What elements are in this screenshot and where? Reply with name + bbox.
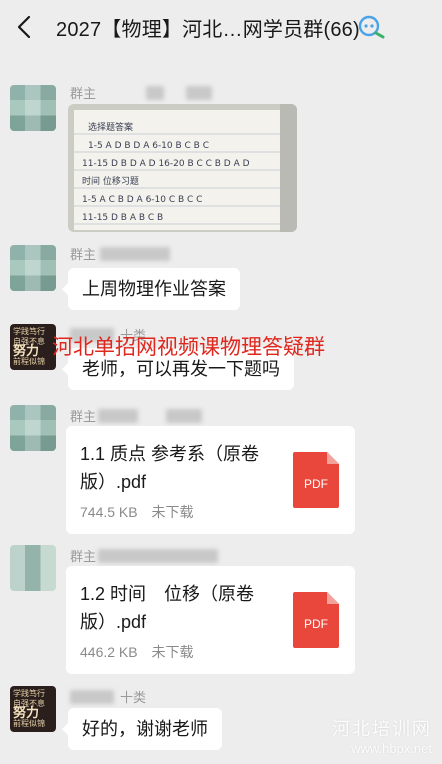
photo-line: 1-5 A C B D A 6-10 C B C C [82,195,202,205]
sender-name: 群主 [70,549,97,564]
sender-name-blur [70,690,114,704]
photo-line: 1-5 A D B D A 6-10 B C B C [88,141,209,151]
pdf-icon-label: PDF [304,617,328,631]
avatar-text: 前程似锦 [13,357,45,366]
chevron-left-icon[interactable] [12,14,38,40]
download-status: 未下载 [151,504,194,520]
message-bubble[interactable]: 上周物理作业答案 [62,268,240,310]
file-size: 446.2 KB [80,644,138,660]
sender-name: 十类 [120,690,147,705]
pdf-icon: PDF [293,592,339,648]
file-meta: 446.2 KB 未下载 [80,642,204,662]
chat-message-file: 群主 1.1 质点 参考系（原卷版）.pdf 744.5 KB 未下载 PDF [0,400,442,540]
site-watermark: 河北培训网 www.hbpx.net [332,715,432,756]
pdf-icon: PDF [293,452,339,508]
sender-name-blur [98,549,218,563]
sender-name-blur [166,409,202,423]
chat-message-file: 群主 1.2 时间 位移（原卷版）.pdf 446.2 KB 未下载 PDF [0,540,442,680]
sender-name: 群主 [70,247,97,262]
photo-line: 时间 位移习题 [82,175,139,187]
sender-name-blur [186,86,212,100]
file-name: 1.2 时间 位移（原卷版）.pdf [80,584,255,632]
file-size: 744.5 KB [80,504,138,520]
pdf-icon-label: PDF [304,477,328,491]
avatar[interactable]: 学践笃行 自强不息 努力 前程似锦 [10,324,56,370]
sender-name-blur [100,247,170,261]
sender-name: 群主 [70,86,97,101]
avatar[interactable]: 学践笃行 自强不息 努力 前程似锦 [10,686,56,732]
file-card[interactable]: 1.1 质点 参考系（原卷版）.pdf 744.5 KB 未下载 PDF [66,426,355,534]
chat-title: 2027【物理】河北…网学员群(66) [56,19,360,41]
avatar[interactable] [10,85,56,131]
chat-message-text: 群主 上周物理作业答案 [0,240,442,310]
sender-name-blur [146,86,164,100]
group-chat-icon [358,15,385,39]
chat-header: 2027【物理】河北…网学员群(66) [0,0,442,54]
avatar-text: 努力 [13,706,40,721]
photo-line: 11-15 D B A B C B [82,213,163,223]
avatar-text: 前程似锦 [13,719,45,728]
avatar[interactable] [10,405,56,451]
sender-name: 群主 [70,409,97,424]
avatar[interactable] [10,545,56,591]
sender-name-blur [98,409,138,423]
file-card[interactable]: 1.2 时间 位移（原卷版）.pdf 446.2 KB 未下载 PDF [66,566,355,674]
site-watermark-url: www.hbpx.net [351,741,432,756]
site-watermark-name: 河北培训网 [332,719,432,739]
watermark-text: 河北单招网视频课物理答疑群 [52,336,325,359]
avatar[interactable] [10,245,56,291]
avatar-text: 努力 [13,344,40,359]
chat-message-image: 群主 选择题答案 1-5 A D B D A 6-10 B C B C 11-1… [0,80,442,240]
file-meta: 744.5 KB 未下载 [80,502,204,522]
photo-line: 11-15 D B D A D 16-20 B C C B D A D [82,159,250,169]
file-name: 1.1 质点 参考系（原卷版）.pdf [80,444,260,492]
download-status: 未下载 [151,644,194,660]
message-bubble[interactable]: 好的，谢谢老师 [62,708,222,750]
answer-photo[interactable]: 选择题答案 1-5 A D B D A 6-10 B C B C 11-15 D… [68,104,297,232]
photo-line: 选择题答案 [88,121,133,133]
